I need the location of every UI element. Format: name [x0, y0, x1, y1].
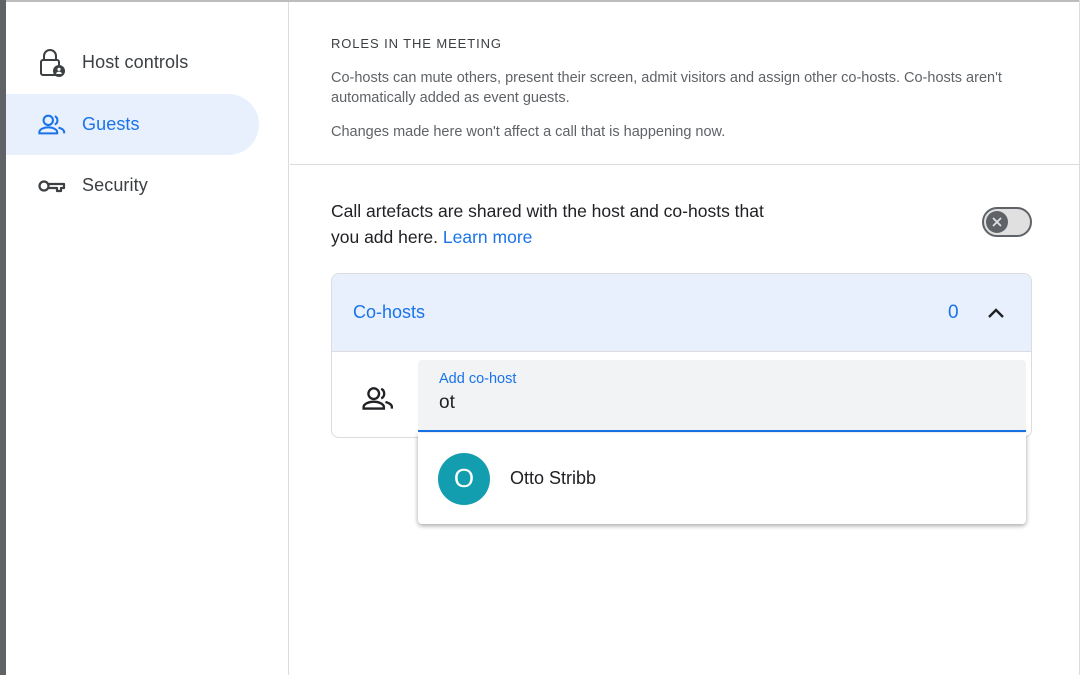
- cohosts-count: 0: [948, 302, 959, 323]
- key-icon: [38, 172, 66, 200]
- cohosts-header[interactable]: Co-hosts 0: [332, 274, 1031, 352]
- sidebar-item-security[interactable]: Security: [6, 155, 259, 216]
- add-cohost-input[interactable]: [439, 392, 999, 414]
- roles-description: Co-hosts can mute others, present their …: [331, 70, 1002, 106]
- lock-person-icon: [38, 48, 66, 77]
- suggestion-dropdown: O Otto Stribb: [418, 433, 1026, 524]
- section-title: ROLES IN THE MEETING: [331, 36, 502, 51]
- people-icon: [362, 386, 394, 414]
- toggle-knob: [986, 211, 1008, 233]
- add-cohost-label: Add co-host: [439, 371, 517, 387]
- suggestion-name: Otto Stribb: [510, 468, 597, 488]
- sidebar-item-host-controls[interactable]: Host controls: [6, 32, 259, 93]
- sidebar-item-label: Host controls: [82, 52, 189, 72]
- artefacts-text: Call artefacts are shared with the host …: [331, 201, 764, 247]
- sidebar-item-label: Guests: [82, 114, 140, 134]
- learn-more-link[interactable]: Learn more: [443, 227, 533, 247]
- artefacts-description: Call artefacts are shared with the host …: [331, 198, 791, 250]
- close-icon: [992, 217, 1002, 227]
- add-cohost-field[interactable]: Add co-host: [418, 360, 1026, 432]
- cohosts-label: Co-hosts: [353, 302, 426, 322]
- sidebar-item-guests[interactable]: Guests: [6, 94, 259, 155]
- roles-note: Changes made here won't affect a call th…: [331, 124, 726, 140]
- artefacts-toggle[interactable]: [982, 207, 1032, 237]
- people-icon: [38, 111, 66, 139]
- roles-section: ROLES IN THE MEETING Co-hosts can mute o…: [290, 2, 1079, 165]
- sidebar: Host controls Guests Security: [6, 2, 289, 675]
- chevron-up-icon[interactable]: [984, 301, 1008, 325]
- avatar: O: [438, 452, 490, 505]
- sidebar-item-label: Security: [82, 175, 148, 195]
- main-content: ROLES IN THE MEETING Co-hosts can mute o…: [290, 2, 1079, 675]
- suggestion-item[interactable]: O Otto Stribb: [418, 433, 1026, 524]
